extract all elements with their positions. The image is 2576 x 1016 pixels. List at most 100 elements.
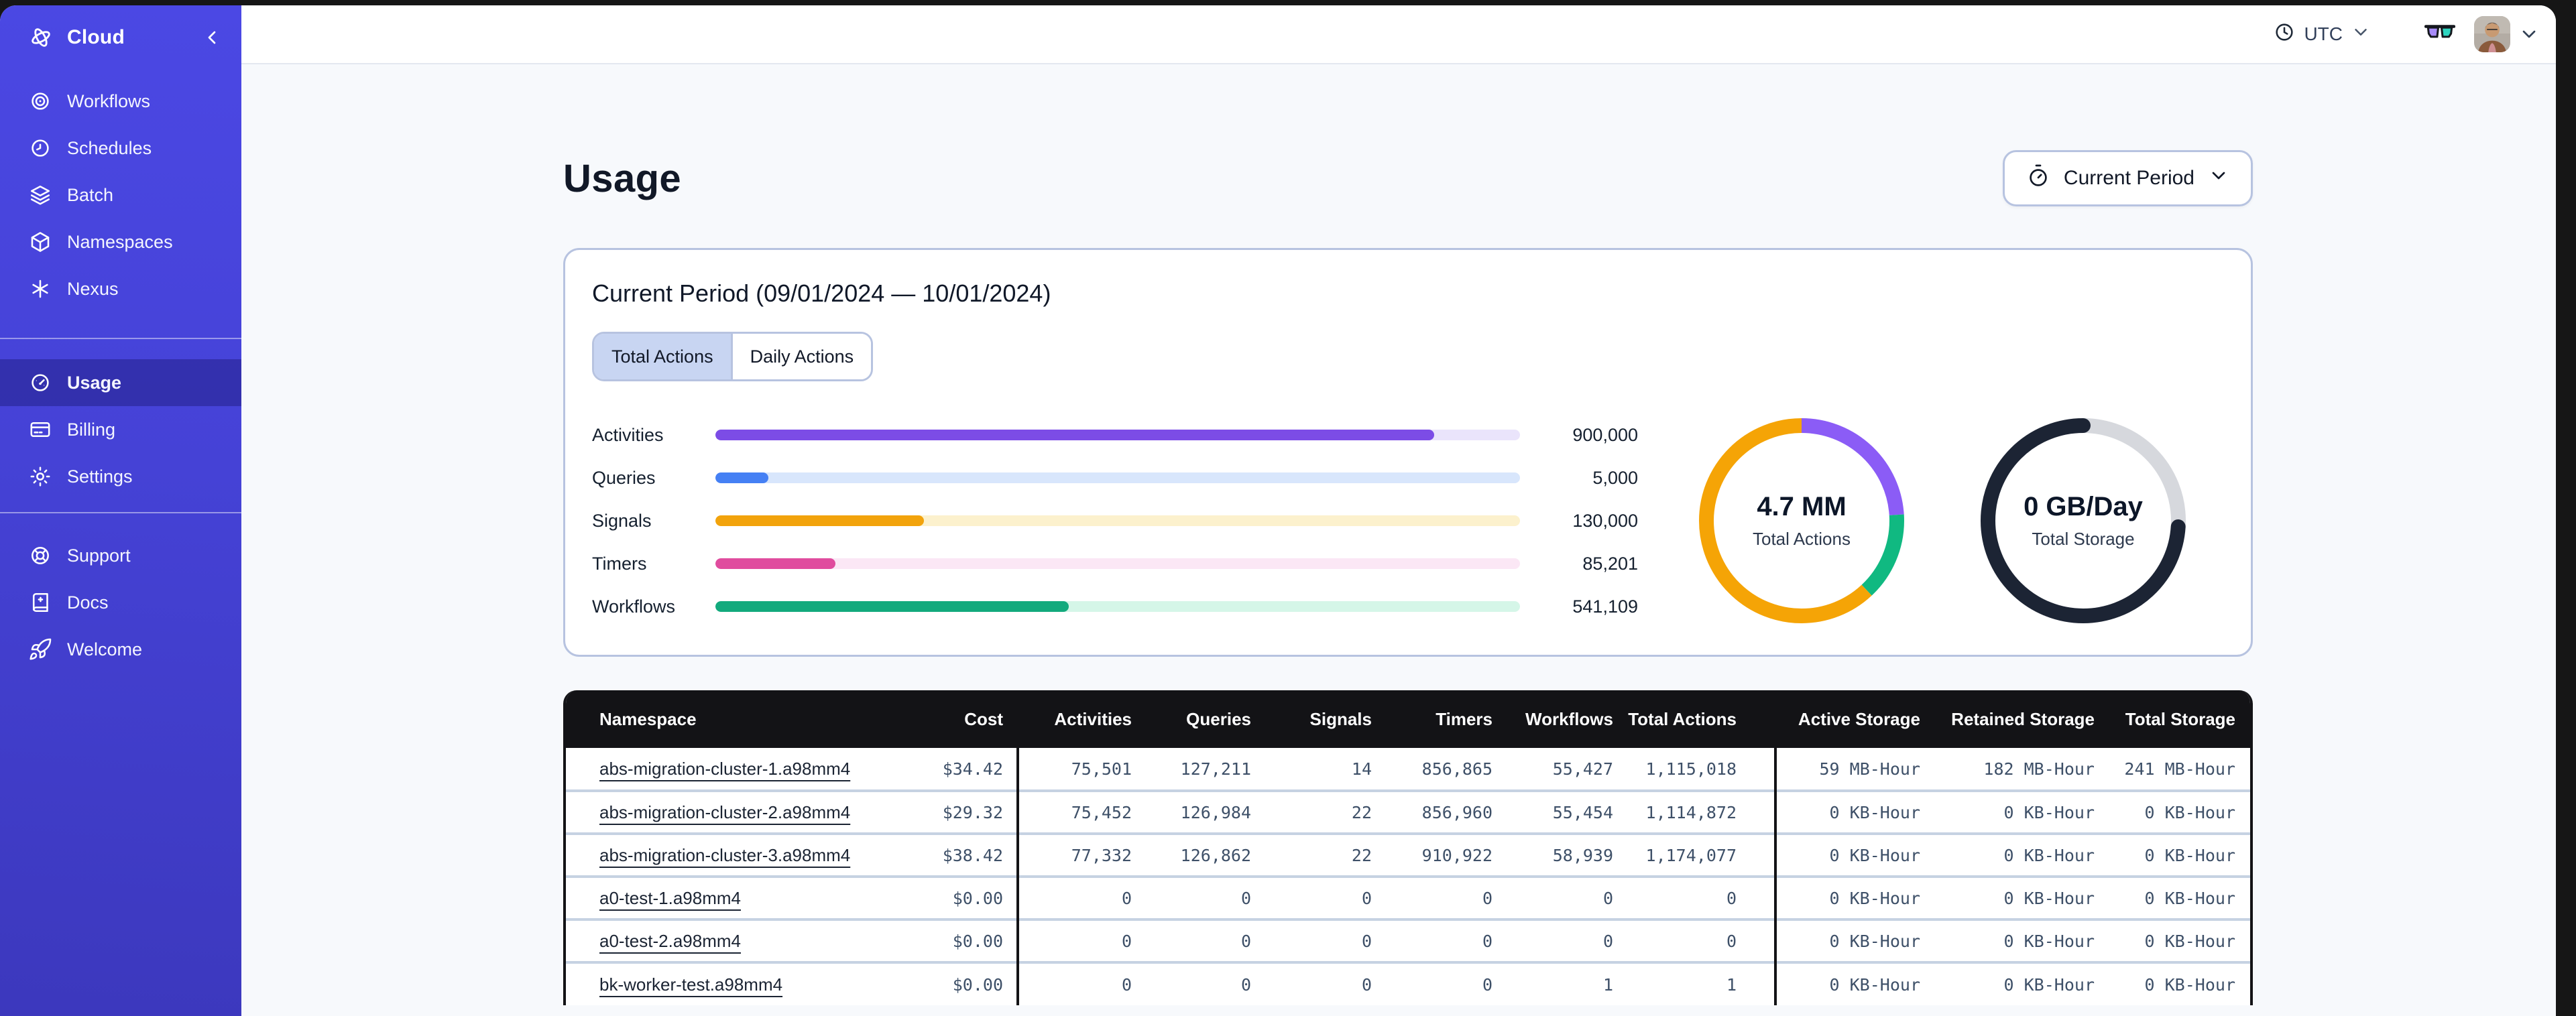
sidebar-item-schedules[interactable]: Schedules: [0, 125, 241, 172]
user-menu-chevron[interactable]: [2518, 23, 2540, 45]
usage-table: Namespace Cost Activities Queries Signals Tim…: [563, 690, 2253, 1005]
table-cell: 856,960: [1372, 789, 1492, 834]
period-selector-button[interactable]: Current Period: [2002, 150, 2253, 206]
namespace-link[interactable]: a0-test-2.a98mm4: [599, 931, 741, 951]
sidebar-item-workflows[interactable]: Workflows: [0, 78, 241, 125]
table-cell: 182 MB-Hour: [1920, 748, 2095, 791]
namespace-link[interactable]: abs-migration-cluster-3.a98mm4: [599, 845, 850, 865]
namespace-link[interactable]: abs-migration-cluster-1.a98mm4: [599, 759, 850, 779]
sidebar-item-billing[interactable]: Billing: [0, 406, 241, 453]
topbar: UTC: [241, 5, 2556, 64]
table-cell: 0: [1251, 961, 1372, 1005]
namespace-link[interactable]: abs-migration-cluster-2.a98mm4: [599, 802, 850, 822]
table-cell: 0: [1372, 961, 1492, 1005]
table-cell: 127,211: [1132, 748, 1251, 791]
user-avatar[interactable]: [2474, 16, 2510, 52]
table-cell: 22: [1251, 832, 1372, 877]
table-cell: 0 KB-Hour: [1920, 832, 2095, 877]
column-header-workflows: Workflows: [1492, 690, 1613, 748]
table-row: abs-migration-cluster-1.a98mm4 $34.42 75,5…: [566, 748, 2250, 791]
chevron-down-icon: [2351, 22, 2371, 47]
app-window: Cloud Workflows Schedules Batch Namespaces N…: [0, 5, 2556, 1016]
donut-total-actions: 4.7 MM Total Actions: [1694, 414, 1909, 628]
brand-row: Cloud: [0, 5, 241, 70]
brand-label: Cloud: [67, 26, 125, 48]
donut-label: Total Actions: [1753, 529, 1851, 549]
namespace-cell: a0-test-1.a98mm4: [566, 875, 894, 919]
temporal-logo-icon: [28, 25, 54, 50]
table-cell: $0.00: [894, 961, 1018, 1005]
table-cell: 0 KB-Hour: [1774, 875, 1920, 919]
table-cell: 0: [1132, 918, 1251, 962]
donut-value: 0 GB/Day: [2024, 492, 2143, 521]
sidebar-item-label: Usage: [67, 372, 122, 393]
bar-fill: [715, 430, 1434, 440]
table-row: a0-test-1.a98mm4 $0.00 0 0 0 0 0 0 0 KB-Hour 0 KB…: [566, 875, 2250, 919]
table-cell: 14: [1251, 748, 1372, 791]
sidebar-item-nexus[interactable]: Nexus: [0, 265, 241, 312]
bar-label: Timers: [592, 553, 647, 574]
table-cell: 0 KB-Hour: [1774, 789, 1920, 834]
namespace-link[interactable]: a0-test-1.a98mm4: [599, 888, 741, 908]
sidebar-collapse-button[interactable]: [201, 27, 223, 48]
table-cell: 1: [1492, 961, 1613, 1005]
table-cell: 0: [1492, 875, 1613, 919]
table-cell: 55,454: [1492, 789, 1613, 834]
table-cell: 0: [1016, 875, 1132, 919]
tab-daily-actions[interactable]: Daily Actions: [732, 334, 872, 379]
welcome-icon: [28, 637, 52, 661]
table-cell: 126,984: [1132, 789, 1251, 834]
table-row: bk-worker-test.a98mm4 $0.00 0 0 0 0 1 1 0 KB-Hou…: [566, 961, 2250, 1005]
table-cell: 1,114,872: [1613, 789, 1775, 834]
sidebar-item-docs[interactable]: Docs: [0, 579, 241, 626]
table-cell: 77,332: [1016, 832, 1132, 877]
namespace-link[interactable]: bk-worker-test.a98mm4: [599, 974, 782, 995]
nexus-icon: [28, 277, 52, 301]
bar-label: Activities: [592, 424, 664, 445]
bar-value: 85,201: [1582, 553, 1638, 574]
sidebar-item-namespaces[interactable]: Namespaces: [0, 218, 241, 265]
table-row: a0-test-2.a98mm4 $0.00 0 0 0 0 0 0 0 KB-Hour 0 KB…: [566, 918, 2250, 962]
workflows-icon: [28, 89, 52, 113]
sidebar-item-usage[interactable]: Usage: [0, 359, 241, 406]
sidebar-item-settings[interactable]: Settings: [0, 453, 241, 500]
sidebar-item-welcome[interactable]: Welcome: [0, 626, 241, 673]
bar-fill: [715, 558, 835, 569]
timezone-selector[interactable]: UTC: [2273, 21, 2371, 48]
donut-total-storage: 0 GB/Day Total Storage: [1976, 414, 2190, 628]
column-header-signals: Signals: [1251, 690, 1372, 748]
column-header-timers: Timers: [1372, 690, 1492, 748]
feedback-glasses-button[interactable]: [2424, 23, 2456, 46]
sidebar-item-label: Schedules: [67, 137, 152, 158]
timer-icon: [2026, 164, 2050, 193]
sidebar-item-label: Billing: [67, 419, 116, 440]
namespace-cell: bk-worker-test.a98mm4: [566, 961, 894, 1005]
sidebar-nav-footer: Support Docs Welcome: [0, 513, 241, 673]
bar-fill: [715, 601, 1069, 612]
table-cell: 0 KB-Hour: [1920, 875, 2095, 919]
table-row: abs-migration-cluster-2.a98mm4 $29.32 75,4…: [566, 789, 2250, 834]
glasses-icon: [2424, 23, 2456, 46]
table-cell: 0: [1492, 918, 1613, 962]
table-cell: 0: [1613, 918, 1775, 962]
tab-total-actions[interactable]: Total Actions: [594, 334, 733, 379]
table-cell: 75,501: [1016, 748, 1132, 791]
bar-value: 900,000: [1572, 424, 1638, 445]
table-cell: 1,174,077: [1613, 832, 1775, 877]
card-title: Current Period (09/01/2024 — 10/01/2024): [592, 279, 1051, 307]
sidebar-item-batch[interactable]: Batch: [0, 172, 241, 218]
table-cell: 0 KB-Hour: [1774, 961, 1920, 1005]
timezone-label: UTC: [2304, 23, 2343, 44]
table-cell: 58,939: [1492, 832, 1613, 877]
bar-row-signals: Signals 130,000: [592, 499, 1654, 542]
table-cell: 0: [1372, 918, 1492, 962]
batch-icon: [28, 183, 52, 207]
sidebar-item-label: Workflows: [67, 90, 151, 111]
table-cell: 0: [1016, 961, 1132, 1005]
clock-icon: [2273, 21, 2296, 48]
column-header-total-storage: Total Storage: [2095, 690, 2250, 748]
table-cell: 0: [1016, 918, 1132, 962]
table-cell: 0 KB-Hour: [1774, 832, 1920, 877]
column-header-queries: Queries: [1132, 690, 1251, 748]
sidebar-item-support[interactable]: Support: [0, 532, 241, 579]
